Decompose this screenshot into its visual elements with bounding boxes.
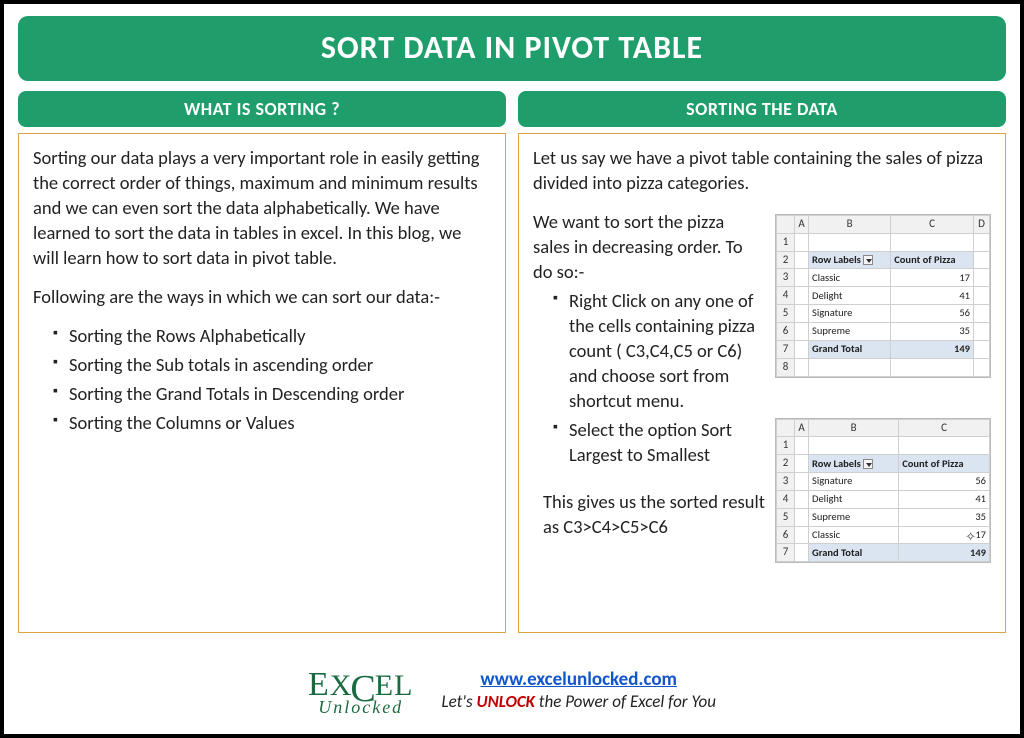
slide-frame: SORT DATA IN PIVOT TABLE WHAT IS SORTING… xyxy=(0,0,1024,738)
pivot-cell: Signature xyxy=(809,473,899,491)
footer: EX C EL Unlocked www.excelunlocked.com L… xyxy=(4,664,1020,716)
pivot-after: A B C 1 2 Row Labels Count of Pizza 3Sig… xyxy=(775,418,991,564)
left-paragraph-1: Sorting our data plays a very important … xyxy=(33,146,491,271)
right-text-block: We want to sort the pizza sales in decre… xyxy=(533,210,765,563)
list-item: Sorting the Sub totals in ascending orde… xyxy=(53,353,491,378)
pivot-cell: Classic xyxy=(809,269,891,287)
left-header: WHAT IS SORTING ? xyxy=(18,91,506,127)
pivot-cell: Delight xyxy=(809,490,899,508)
right-steps-list: Right Click on any one of the cells cont… xyxy=(533,289,765,468)
pivot-grand-total-value: 149 xyxy=(891,340,974,358)
col-header: B xyxy=(809,419,899,437)
pivot-count-header: Count of Pizza xyxy=(899,455,990,473)
pivot-row-labels-header: Row Labels xyxy=(809,455,899,473)
website-link[interactable]: www.excelunlocked.com xyxy=(480,668,677,691)
pivot-cell: Classic xyxy=(809,526,899,544)
right-column: SORTING THE DATA Let us say we have a pi… xyxy=(518,91,1006,633)
left-column: WHAT IS SORTING ? Sorting our data plays… xyxy=(18,91,506,633)
left-bullet-list: Sorting the Rows Alphabetically Sorting … xyxy=(33,324,491,436)
list-item: Sorting the Columns or Values xyxy=(53,411,491,436)
col-header: C xyxy=(899,419,990,437)
two-column-layout: WHAT IS SORTING ? Sorting our data plays… xyxy=(18,91,1006,633)
pivot-before: A B C D 1 2 Row Labels Count of Pizza 3C… xyxy=(775,214,991,378)
list-item: Sorting the Grand Totals in Descending o… xyxy=(53,382,491,407)
list-item: Sorting the Rows Alphabetically xyxy=(53,324,491,349)
page-title: SORT DATA IN PIVOT TABLE xyxy=(18,16,1006,81)
dropdown-icon[interactable] xyxy=(863,459,873,469)
pivot-cell: 56 xyxy=(899,473,990,491)
pivot-cell: 35 xyxy=(899,508,990,526)
pivot-row-labels-header: Row Labels xyxy=(809,251,891,269)
right-intro: Let us say we have a pivot table contain… xyxy=(533,146,991,196)
brand-logo: EX C EL Unlocked xyxy=(308,664,413,716)
pivot-cell: 41 xyxy=(891,287,974,305)
pivot-grand-total-label: Grand Total xyxy=(809,340,891,358)
pivot-cell: 17 xyxy=(891,269,974,287)
right-header: SORTING THE DATA xyxy=(518,91,1006,127)
tagline: Let's UNLOCK the Power of Excel for You xyxy=(441,691,716,712)
pivot-count-header: Count of Pizza xyxy=(891,251,974,269)
pivot-cell: Supreme xyxy=(809,323,891,341)
col-header: A xyxy=(795,215,809,233)
right-lead: We want to sort the pizza sales in decre… xyxy=(533,210,765,285)
pivot-previews: A B C D 1 2 Row Labels Count of Pizza 3C… xyxy=(775,210,991,563)
left-panel: Sorting our data plays a very important … xyxy=(18,133,506,633)
pivot-grand-total-value: 149 xyxy=(899,544,990,562)
pivot-cell: Signature xyxy=(809,305,891,323)
list-item: Right Click on any one of the cells cont… xyxy=(553,289,765,414)
pivot-cell: Supreme xyxy=(809,508,899,526)
pivot-grand-total-label: Grand Total xyxy=(809,544,899,562)
right-panel: Let us say we have a pivot table contain… xyxy=(518,133,1006,633)
pivot-cell: 35 xyxy=(891,323,974,341)
list-item: Select the option Sort Largest to Smalle… xyxy=(553,418,765,468)
col-header: D xyxy=(974,215,990,233)
dropdown-icon[interactable] xyxy=(863,255,873,265)
col-header: A xyxy=(795,419,809,437)
col-header: C xyxy=(891,215,974,233)
pivot-cell: Delight xyxy=(809,287,891,305)
pivot-cell: 41 xyxy=(899,490,990,508)
cursor-icon: ✧ xyxy=(965,529,976,547)
col-header: B xyxy=(809,215,891,233)
pivot-cell: 56 xyxy=(891,305,974,323)
right-result: This gives us the sorted result as C3>C4… xyxy=(533,490,765,540)
left-paragraph-2: Following are the ways in which we can s… xyxy=(33,285,491,310)
